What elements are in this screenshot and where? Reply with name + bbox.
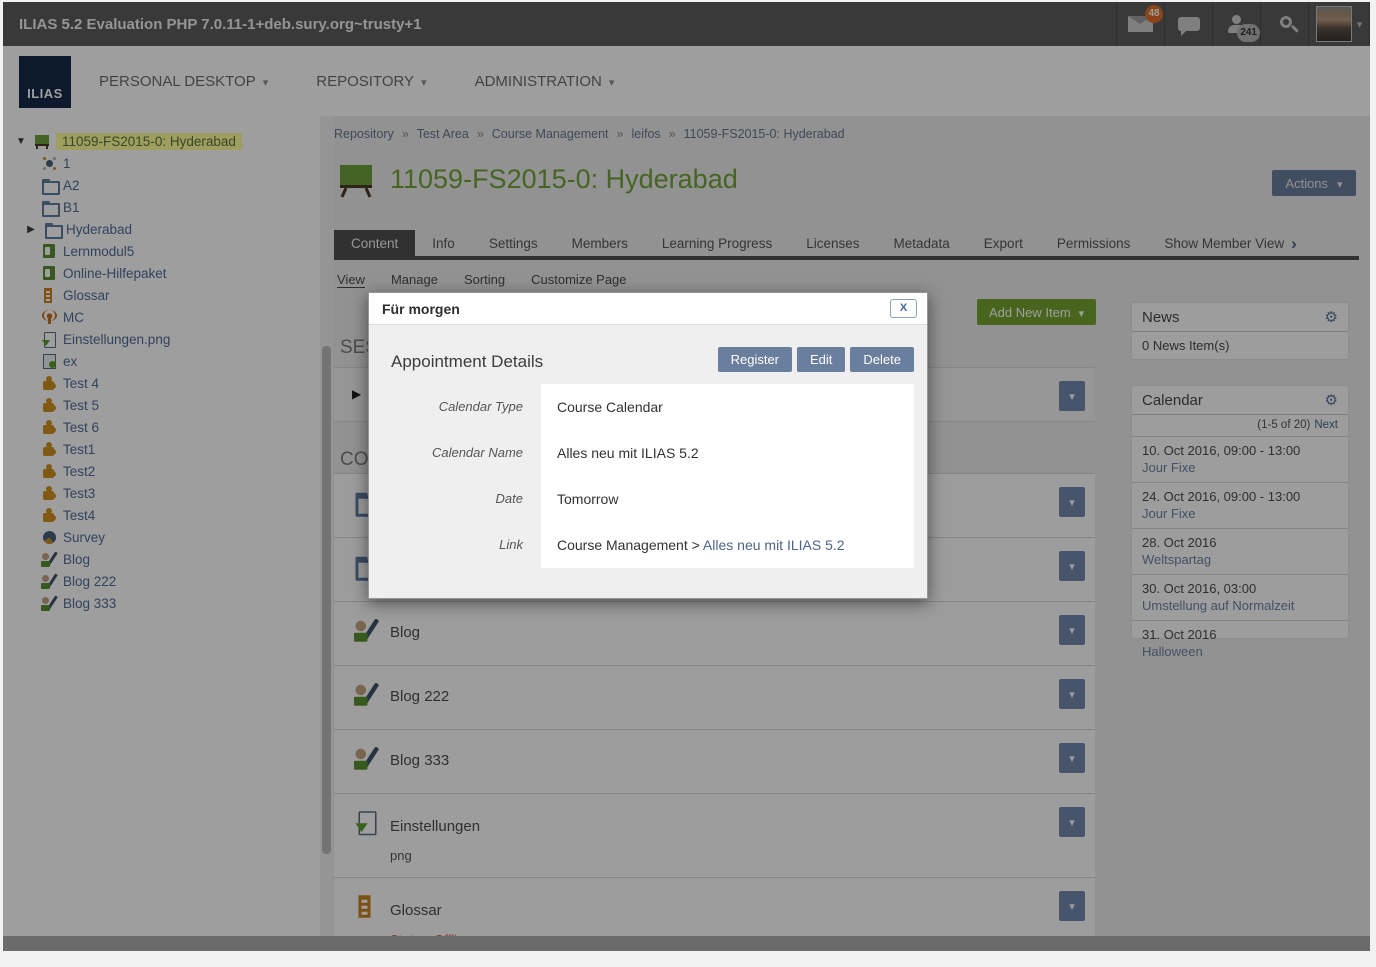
register-button[interactable]: Register: [718, 347, 792, 372]
field-value: Alles neu mit ILIAS 5.2: [541, 430, 914, 476]
field-label: Calendar Type: [369, 384, 541, 430]
field-label: Date: [369, 476, 541, 522]
field-label: Calendar Name: [369, 430, 541, 476]
edit-button[interactable]: Edit: [797, 347, 845, 372]
modal-heading: Appointment Details: [391, 352, 543, 372]
appointment-modal: Für morgen X Appointment Details Registe…: [368, 292, 928, 599]
ilias-window: ILIAS 5.2 Evaluation PHP 7.0.11-1+deb.su…: [3, 2, 1370, 951]
field-value: Tomorrow: [541, 476, 914, 522]
close-icon[interactable]: X: [890, 299, 917, 318]
modal-title: Für morgen: [382, 301, 460, 317]
appointment-details-form: Calendar Type Course Calendar Calendar N…: [369, 384, 914, 568]
field-label: Link: [369, 522, 541, 568]
modal-header: Für morgen X: [369, 293, 927, 325]
delete-button[interactable]: Delete: [850, 347, 914, 372]
modal-body: Appointment Details Register Edit Delete…: [369, 325, 927, 598]
field-value: Course Management > Alles neu mit ILIAS …: [541, 522, 914, 568]
appointment-link[interactable]: Alles neu mit ILIAS 5.2: [703, 537, 845, 553]
field-value: Course Calendar: [541, 384, 914, 430]
